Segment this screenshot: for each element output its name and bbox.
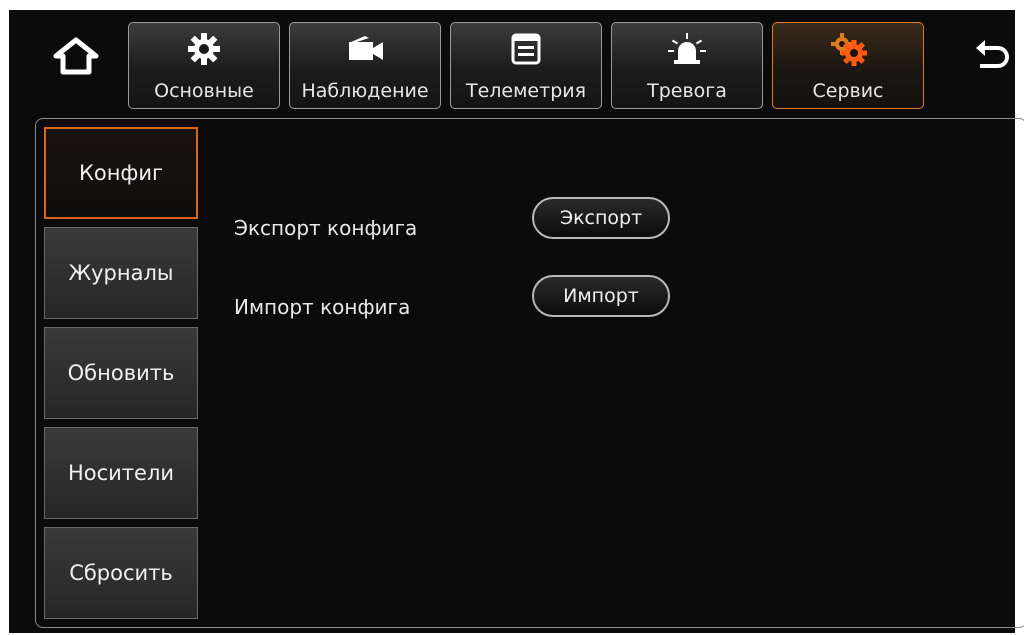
home-button[interactable] — [48, 34, 104, 80]
tab-alarm[interactable]: Тревога — [611, 22, 763, 109]
back-arrow-icon — [976, 40, 1009, 68]
sidebar-item-label: Конфиг — [78, 161, 164, 185]
sidebar-item-label: Сбросить — [69, 561, 173, 585]
tab-surveillance[interactable]: Наблюдение — [289, 22, 441, 109]
sidebar-item-storage[interactable]: Носители — [44, 427, 198, 519]
device-screen: Основные Наблюдение Телеметрия Тревога С… — [9, 10, 1024, 633]
sidebar-item-label: Журналы — [68, 261, 174, 285]
import-config-label: Импорт конфига — [234, 295, 411, 319]
sidebar-item-label: Обновить — [67, 361, 175, 385]
tab-telemetry-label: Телеметрия — [465, 80, 587, 102]
export-button[interactable]: Экспорт — [532, 197, 670, 239]
video-camera-icon — [349, 36, 383, 60]
service-gears-icon — [831, 33, 867, 66]
alarm-light-icon — [668, 33, 706, 64]
import-button[interactable]: Импорт — [532, 275, 670, 317]
sidebar-item-reset[interactable]: Сбросить — [44, 527, 198, 619]
sidebar-item-config[interactable]: Конфиг — [44, 127, 198, 219]
tab-main[interactable]: Основные — [128, 22, 280, 109]
gear-icon — [188, 33, 220, 65]
export-config-label: Экспорт конфига — [234, 216, 418, 240]
sidebar-item-label: Носители — [67, 461, 175, 485]
home-icon — [53, 37, 99, 75]
tab-surveillance-label: Наблюдение — [301, 80, 429, 102]
tab-service[interactable]: Сервис — [772, 22, 924, 109]
document-window-icon — [511, 33, 541, 65]
tab-main-label: Основные — [154, 80, 254, 102]
sidebar-item-update[interactable]: Обновить — [44, 327, 198, 419]
back-button[interactable] — [972, 34, 1012, 80]
tab-alarm-label: Тревога — [647, 80, 727, 102]
tab-telemetry[interactable]: Телеметрия — [450, 22, 602, 109]
sidebar-item-logs[interactable]: Журналы — [44, 227, 198, 319]
content-panel: Конфиг Журналы Обновить Носители Сбросит… — [35, 118, 1024, 628]
tab-service-label: Сервис — [812, 80, 884, 102]
